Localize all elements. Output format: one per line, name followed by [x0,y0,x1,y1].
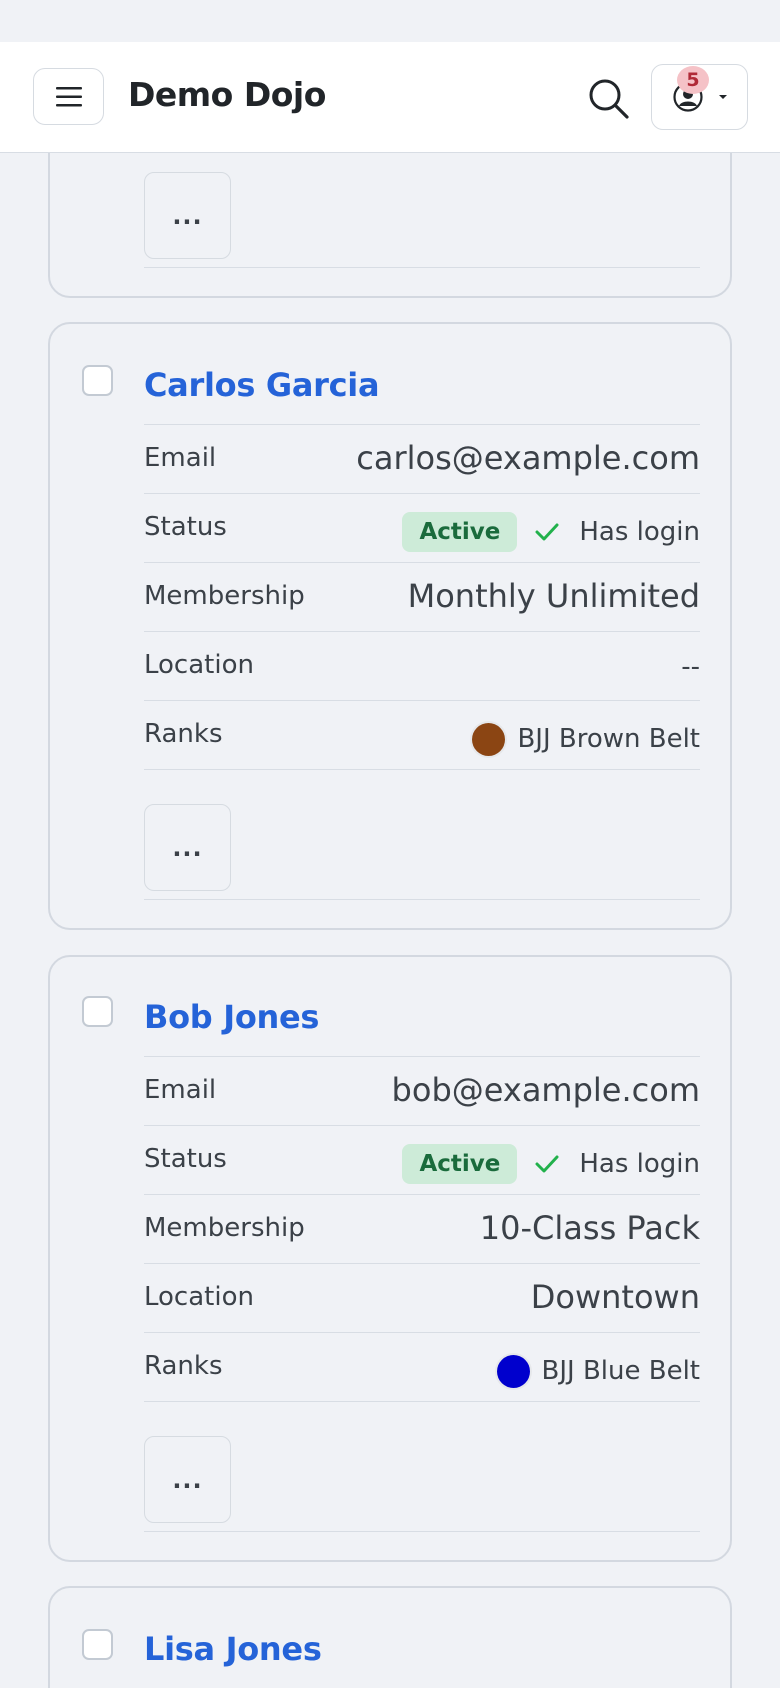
field-label: Location [144,650,254,680]
divider [144,899,700,900]
rank-name: BJJ Brown Belt [517,724,700,754]
location-row: Location -- [144,631,700,700]
more-actions-button[interactable]: ... [144,804,231,891]
member-name-link[interactable]: Carlos Garcia [144,366,380,404]
location-row: Location Downtown [144,1263,700,1332]
select-checkbox[interactable] [82,996,113,1027]
location-value: -- [681,652,700,682]
member-name-link[interactable]: Bob Jones [144,998,319,1036]
divider [144,1531,700,1532]
membership-value: Monthly Unlimited [407,577,700,615]
email-row: Email carlos@example.com [144,424,700,493]
login-status: Has login [579,517,700,547]
status-row: Status Active Has login [144,493,700,562]
rank-name: BJJ Blue Belt [541,1356,701,1386]
rank-group: BJJ Brown Belt [472,719,700,759]
email-value: bob@example.com [391,1071,700,1109]
rank-group: BJJ Blue Belt [496,1351,701,1391]
user-menu-button[interactable]: 5 [651,64,748,130]
rank-color-dot [496,1354,530,1388]
divider [144,267,700,268]
select-checkbox[interactable] [82,365,113,396]
search-icon[interactable] [588,78,630,120]
more-actions-button[interactable]: ... [144,1436,231,1523]
ranks-row: Ranks BJJ Blue Belt [144,1332,700,1401]
field-label: Membership [144,1213,305,1243]
member-card: Bob Jones Email bob@example.com Status A… [48,955,732,1562]
status-badge: Active [402,1144,518,1184]
notification-badge: 5 [677,66,709,94]
ranks-row: Ranks BJJ Brown Belt [144,700,700,769]
field-label: Ranks [144,719,223,749]
field-label: Email [144,443,217,473]
membership-row: Membership 10-Class Pack [144,1194,700,1263]
status-group: Active Has login [402,512,700,552]
check-icon [535,1155,559,1173]
divider [144,769,700,770]
field-label: Location [144,1282,254,1312]
menu-toggle-button[interactable] [33,68,104,125]
select-checkbox[interactable] [82,1629,113,1660]
chevron-down-icon [719,95,727,99]
top-navbar: Demo Dojo 5 [0,42,780,153]
field-label: Status [144,1144,227,1174]
more-actions-button[interactable]: ... [144,172,231,259]
field-label: Status [144,512,227,542]
member-card: Lisa Jones [48,1586,732,1688]
divider [144,1401,700,1402]
location-value: Downtown [530,1278,700,1316]
status-group: Active Has login [402,1144,700,1184]
brand-title[interactable]: Demo Dojo [128,75,326,114]
login-status: Has login [579,1149,700,1179]
hamburger-icon [55,86,82,106]
membership-value: 10-Class Pack [479,1209,700,1247]
membership-row: Membership Monthly Unlimited [144,562,700,631]
email-row: Email bob@example.com [144,1056,700,1125]
check-icon [535,523,559,541]
status-row: Status Active Has login [144,1125,700,1194]
status-badge: Active [402,512,518,552]
email-value: carlos@example.com [356,439,700,477]
rank-color-dot [472,722,506,756]
member-card: Carlos Garcia Email carlos@example.com S… [48,322,732,930]
field-label: Membership [144,581,305,611]
member-name-link[interactable]: Lisa Jones [144,1630,322,1668]
field-label: Ranks [144,1351,223,1381]
field-label: Email [144,1075,217,1105]
